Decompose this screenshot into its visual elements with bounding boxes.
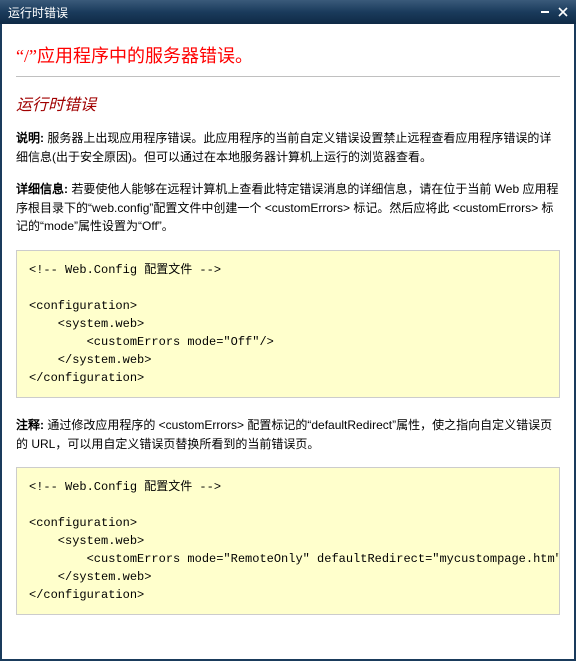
code-sample-1: <!-- Web.Config 配置文件 --> <configuration>…: [16, 250, 560, 398]
description-label: 说明:: [16, 131, 44, 145]
minimize-button[interactable]: [536, 4, 554, 20]
details-text: 若要使他人能够在远程计算机上查看此特定错误消息的详细信息，请在位于当前 Web …: [16, 182, 558, 233]
window-title: 运行时错误: [8, 4, 536, 21]
notes-text: 通过修改应用程序的 <customErrors> 配置标记的“defaultRe…: [16, 418, 552, 451]
details-label: 详细信息:: [16, 182, 68, 196]
close-icon: [558, 7, 568, 17]
details-paragraph: 详细信息: 若要使他人能够在远程计算机上查看此特定错误消息的详细信息，请在位于当…: [16, 180, 560, 236]
code-sample-2: <!-- Web.Config 配置文件 --> <configuration>…: [16, 467, 560, 615]
window-titlebar: 运行时错误: [0, 0, 576, 24]
error-title: 运行时错误: [16, 91, 560, 115]
minimize-icon: [540, 7, 550, 17]
notes-paragraph: 注释: 通过修改应用程序的 <customErrors> 配置标记的“defau…: [16, 416, 560, 453]
error-content: “/”应用程序中的服务器错误。 运行时错误 说明: 服务器上出现应用程序错误。此…: [2, 24, 574, 645]
description-text: 服务器上出现应用程序错误。此应用程序的当前自定义错误设置禁止远程查看应用程序错误…: [16, 131, 551, 164]
close-button[interactable]: [554, 4, 572, 20]
window-body: “/”应用程序中的服务器错误。 运行时错误 说明: 服务器上出现应用程序错误。此…: [0, 24, 576, 661]
page-heading: “/”应用程序中的服务器错误。: [16, 42, 560, 68]
divider: [16, 76, 560, 77]
description-paragraph: 说明: 服务器上出现应用程序错误。此应用程序的当前自定义错误设置禁止远程查看应用…: [16, 129, 560, 166]
notes-label: 注释:: [16, 418, 44, 432]
